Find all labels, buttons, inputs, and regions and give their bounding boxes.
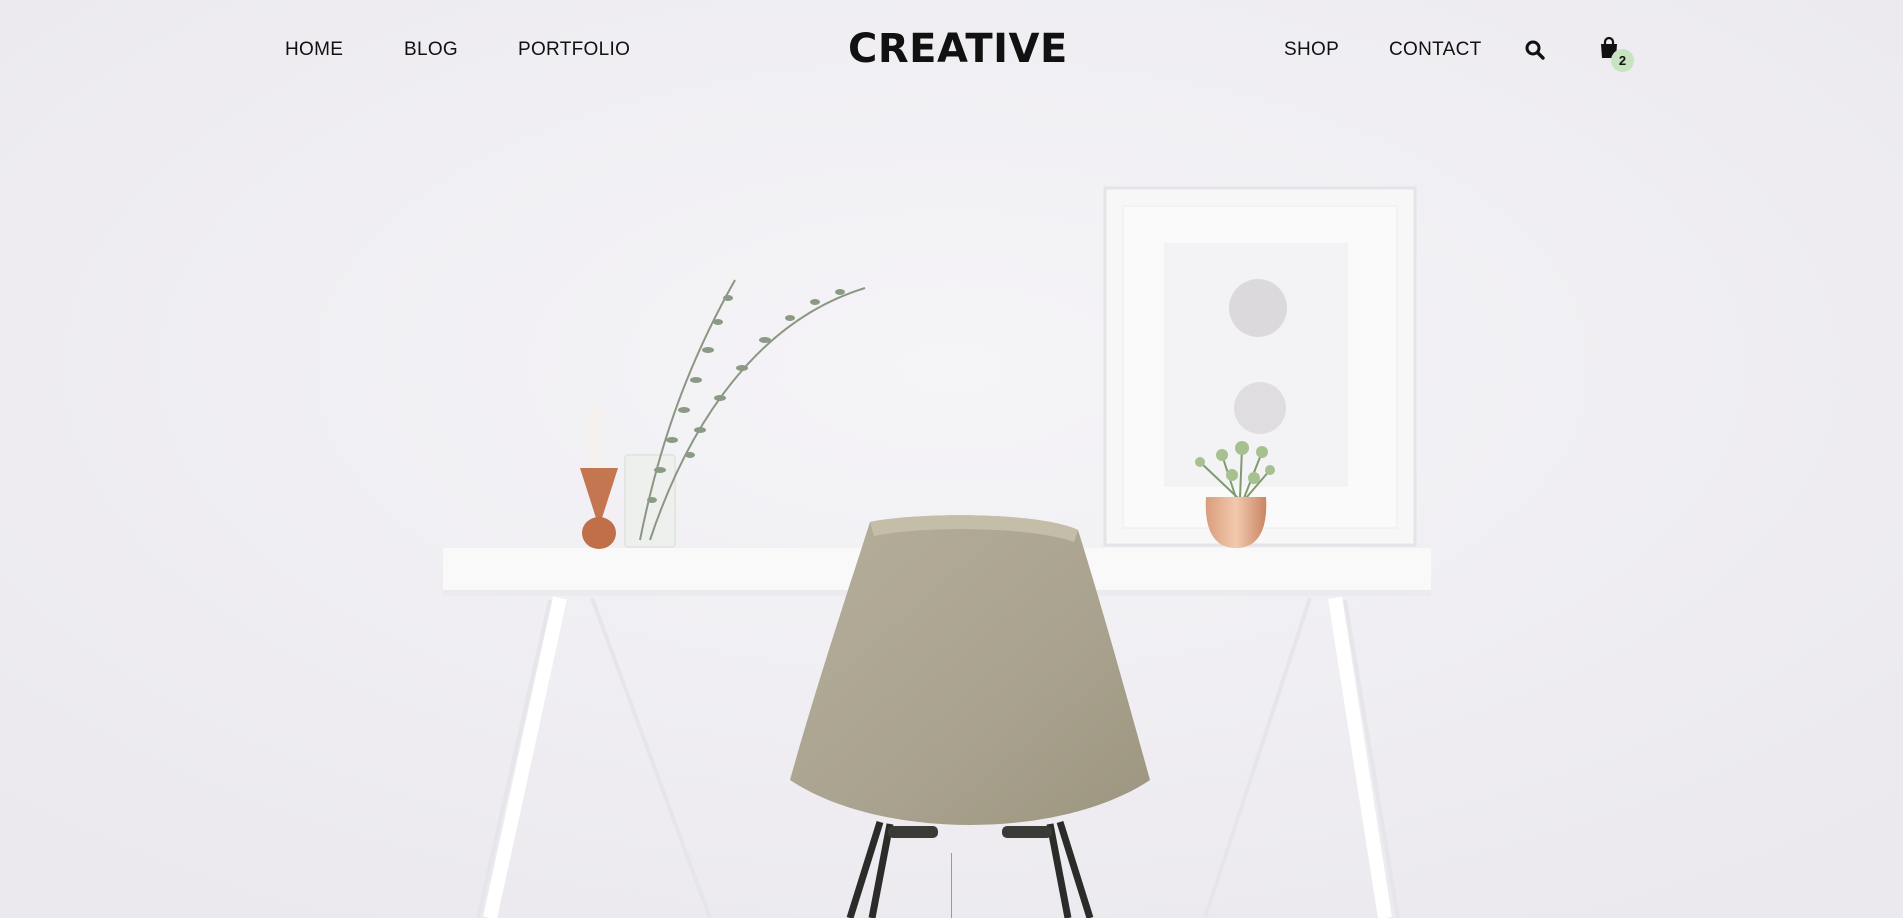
nav-link-home[interactable]: HOME	[285, 38, 343, 62]
nav-link-shop[interactable]: SHOP	[1284, 38, 1339, 62]
nav-link-portfolio[interactable]: PORTFOLIO	[518, 38, 630, 62]
nav-link-contact[interactable]: CONTACT	[1389, 38, 1482, 62]
top-navigation: HOME BLOG PORTFOLIO CREATIVE SHOP CONTAC…	[0, 0, 1903, 100]
nav-link-blog[interactable]: BLOG	[404, 38, 458, 62]
hero-background-image	[0, 0, 1903, 918]
cart-count-badge: 2	[1611, 49, 1634, 72]
search-icon[interactable]	[1524, 39, 1546, 61]
site-logo[interactable]: CREATIVE	[848, 24, 1068, 74]
scroll-indicator-line	[951, 853, 952, 918]
hero-section	[0, 0, 1903, 918]
picture-frame	[1103, 186, 1417, 547]
